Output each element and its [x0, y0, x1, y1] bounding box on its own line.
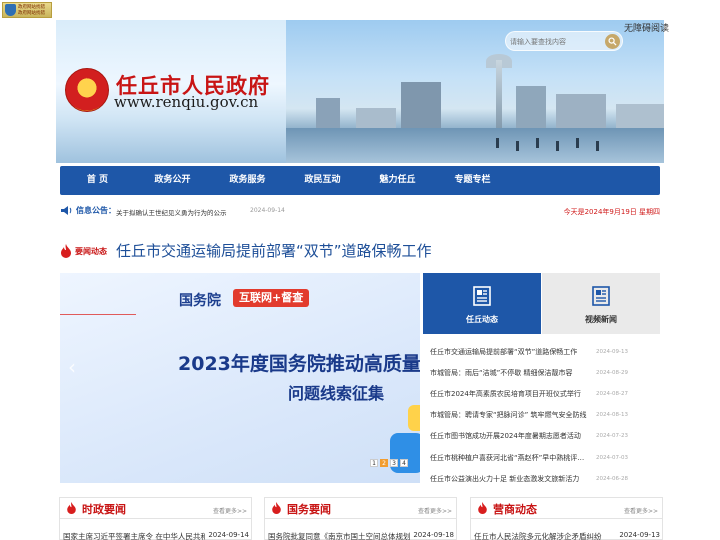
- column-title: 国务要闻: [287, 503, 331, 516]
- tab-renqiu-news[interactable]: 任丘动态: [423, 273, 541, 334]
- shield-icon: [5, 4, 16, 16]
- carousel-page-1[interactable]: 1: [370, 459, 378, 467]
- list-item[interactable]: 任丘市2024年高素质农民培育项目开班仪式举行 2024-08-27: [423, 383, 660, 404]
- column-item-title[interactable]: 国务院批复同意《南京市国土空间总体规划（2021—2035年）》: [268, 531, 410, 540]
- main-nav: 首 页 政务公开 政务服务 政民互动 魅力任丘 专题专栏: [60, 166, 660, 195]
- news-title[interactable]: 市城管局：雨后“洁城”不停歇 精细保洁靓市容: [430, 368, 590, 378]
- list-item[interactable]: 任丘市人民法院多元化解涉企矛盾纠纷 2024-09-13: [474, 531, 660, 540]
- monument-tower: [496, 60, 502, 132]
- search-button[interactable]: [605, 34, 620, 49]
- carousel-page-3[interactable]: 3: [390, 459, 398, 467]
- nav-item-gov-affairs-public[interactable]: 政务公开: [135, 166, 210, 195]
- news-list: 任丘市交通运输局提前部署“双节”道路保畅工作 2024-09-13 市城管局：雨…: [423, 341, 660, 489]
- carousel-brand: 国务院: [179, 293, 221, 309]
- news-title[interactable]: 市城管局：聘请专家“把脉问诊” 筑牢燃气安全防线: [430, 410, 590, 420]
- news-title[interactable]: 任丘市图书馆成功开展2024年度暑期志愿者活动: [430, 431, 590, 441]
- carousel-pagination: 1 2 3 4: [370, 459, 408, 467]
- tab-label: 视频新闻: [585, 315, 617, 324]
- search-box: [505, 31, 623, 51]
- badge-line-1: 政府网站找错: [18, 4, 45, 10]
- badge-line-2: 政府网站找错: [18, 10, 45, 16]
- news-panel: 任丘动态 视频新闻 任丘市交通运输局提前部署“双节”道路保畅工作 2024-09…: [423, 273, 660, 485]
- carousel-brand-tag: 互联网+督查: [233, 289, 310, 307]
- list-item[interactable]: 市城管局：聘请专家“把脉问诊” 筑牢燃气安全防线 2024-08-13: [423, 405, 660, 426]
- list-item[interactable]: 任丘市桃种植户喜获河北省“燕赵杯”早中熟桃评比金奖 2024-07-03: [423, 447, 660, 468]
- flame-icon: [272, 502, 281, 514]
- carousel-headline-line-1: 2023年度国务院推动高质量发: [178, 353, 420, 375]
- notice-link[interactable]: 关于拟确认王世纪见义勇为行为的公示: [116, 207, 227, 217]
- list-item[interactable]: 任丘市公益演出火力十足 新业态激发文旅新活力 2024-06-28: [423, 468, 660, 489]
- news-date: 2024-07-03: [596, 454, 628, 461]
- column-state-council-news: 国务要闻 查看更多>> 国务院批复同意《南京市国土空间总体规划（2021—203…: [264, 497, 457, 540]
- carousel-headline-line-2: 问题线索征集: [288, 384, 385, 403]
- site-url: www.renqiu.gov.cn: [114, 93, 259, 111]
- headline-label: 要闻动态: [75, 247, 107, 256]
- list-item[interactable]: 市城管局：雨后“洁城”不停歇 精细保洁靓市容 2024-08-29: [423, 362, 660, 383]
- notice-bar: 信息公告： 关于拟确认王世纪见义勇为行为的公示 2024-09-14 今天是20…: [60, 203, 660, 219]
- list-item[interactable]: 国务院批复同意《南京市国土空间总体规划（2021—2035年）》 2024-09…: [268, 531, 454, 540]
- news-title[interactable]: 任丘市桃种植户喜获河北省“燕赵杯”早中熟桃评比金奖: [430, 453, 590, 463]
- news-date: 2024-07-23: [596, 433, 628, 440]
- news-date: 2024-08-27: [596, 390, 628, 397]
- flame-icon: [478, 502, 487, 514]
- view-more-link[interactable]: 查看更多>>: [213, 506, 247, 515]
- lake-reflection: [286, 128, 664, 163]
- tab-video-news[interactable]: 视频新闻: [542, 273, 660, 334]
- carousel-page-2[interactable]: 2: [380, 459, 388, 467]
- news-title[interactable]: 任丘市交通运输局提前部署“双节”道路保畅工作: [430, 347, 590, 357]
- national-emblem-icon: ★: [65, 68, 109, 112]
- news-date: 2024-09-13: [596, 348, 628, 355]
- column-title: 营商动态: [493, 503, 537, 516]
- news-date: 2024-08-29: [596, 369, 628, 376]
- column-item-date: 2024-09-13: [619, 531, 660, 539]
- list-item[interactable]: 任丘市图书馆成功开展2024年度暑期志愿者活动 2024-07-23: [423, 426, 660, 447]
- notice-label: 信息公告：: [76, 206, 116, 215]
- gov-error-report-badge[interactable]: 政府网站找错 政府网站找错: [2, 2, 52, 18]
- today-date: 今天是2024年9月19日 星期四: [563, 208, 660, 216]
- nav-item-charm-renqiu[interactable]: 魅力任丘: [360, 166, 435, 195]
- chevron-left-icon[interactable]: ‹: [68, 355, 76, 379]
- nav-item-home[interactable]: 首 页: [60, 166, 135, 195]
- column-item-date: 2024-09-18: [413, 531, 454, 539]
- chat-bubble-icon: [408, 405, 420, 431]
- nav-item-interaction[interactable]: 政民互动: [285, 166, 360, 195]
- news-date: 2024-08-13: [596, 412, 628, 419]
- news-title[interactable]: 任丘市公益演出火力十足 新业态激发文旅新活力: [430, 474, 590, 484]
- nav-item-gov-services[interactable]: 政务服务: [210, 166, 285, 195]
- video-news-icon: [592, 286, 610, 306]
- nav-item-special-topics[interactable]: 专题专栏: [435, 166, 510, 195]
- headline-row: 要闻动态 任丘市交通运输局提前部署“双节”道路保畅工作: [60, 240, 660, 262]
- view-more-link[interactable]: 查看更多>>: [624, 506, 658, 515]
- accessibility-link[interactable]: 无障碍阅读: [624, 21, 669, 34]
- column-item-date: 2024-09-14: [208, 531, 249, 539]
- tab-label: 任丘动态: [466, 315, 498, 324]
- column-item-title[interactable]: 国家主席习近平签署主席令 在中华人民共和国成立75周年之际: [63, 531, 205, 540]
- view-more-link[interactable]: 查看更多>>: [418, 506, 452, 515]
- list-item[interactable]: 国家主席习近平签署主席令 在中华人民共和国成立75周年之际 2024-09-14: [63, 531, 249, 540]
- news-list-icon: [473, 286, 491, 306]
- news-date: 2024-06-28: [596, 475, 628, 482]
- search-icon: [608, 37, 617, 46]
- list-item[interactable]: 任丘市交通运输局提前部署“双节”道路保畅工作 2024-09-13: [423, 341, 660, 362]
- flame-icon: [61, 244, 71, 258]
- news-title[interactable]: 任丘市2024年高素质农民培育项目开班仪式举行: [430, 389, 590, 399]
- column-item-title[interactable]: 任丘市人民法院多元化解涉企矛盾纠纷: [474, 531, 616, 540]
- flame-icon: [67, 502, 76, 514]
- carousel-page-4[interactable]: 4: [400, 459, 408, 467]
- column-title: 时政要闻: [82, 503, 126, 516]
- speaker-icon: [61, 206, 72, 215]
- notice-date: 2024-09-14: [250, 207, 285, 214]
- headline-title[interactable]: 任丘市交通运输局提前部署“双节”道路保畅工作: [116, 240, 432, 261]
- column-business-news: 营商动态 查看更多>> 任丘市人民法院多元化解涉企矛盾纠纷 2024-09-13: [470, 497, 663, 540]
- search-input[interactable]: [510, 34, 602, 49]
- image-carousel[interactable]: 国务院 互联网+督查 2023年度国务院推动高质量发 问题线索征集 ‹ 1 2 …: [60, 273, 420, 483]
- column-current-affairs: 时政要闻 查看更多>> 国家主席习近平签署主席令 在中华人民共和国成立75周年之…: [59, 497, 252, 540]
